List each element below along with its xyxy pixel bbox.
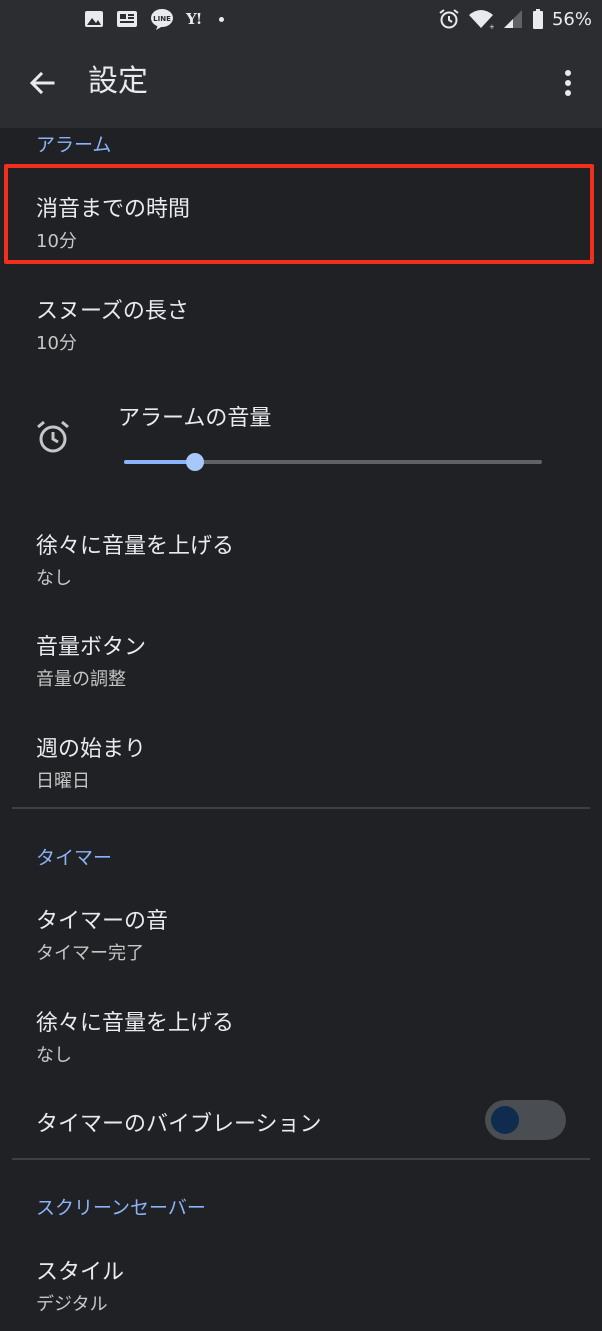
- back-button[interactable]: [22, 63, 62, 103]
- setting-alarm-gradually-increase[interactable]: 徐々に音量を上げる なし: [0, 528, 602, 589]
- status-system: + 56%: [438, 6, 592, 32]
- slider-fill: [124, 460, 196, 464]
- svg-text:+: +: [489, 23, 494, 30]
- section-header-timer: タイマー: [36, 847, 113, 869]
- setting-timer-gradually-increase[interactable]: 徐々に音量を上げる なし: [0, 1005, 602, 1066]
- setting-title: 徐々に音量を上げる: [36, 534, 235, 559]
- status-bar: LINE Y! + 56%: [0, 0, 602, 38]
- section-header-screensaver: スクリーンセーバー: [36, 1197, 206, 1219]
- settings-screen: LINE Y! + 56% 設定 アラーム 消音までの時間 10分 スヌーズの長…: [0, 0, 602, 1331]
- signal-icon: [502, 8, 524, 30]
- setting-title: タイマーの音: [36, 909, 169, 934]
- notification-dot: [219, 16, 225, 22]
- wifi-icon: +: [468, 8, 494, 30]
- setting-screensaver-style[interactable]: スタイル デジタル: [0, 1254, 602, 1315]
- status-notifications: LINE Y!: [84, 6, 225, 32]
- arrow-back-icon: [29, 71, 55, 95]
- setting-summary: デジタル: [36, 1294, 108, 1315]
- setting-snooze-length[interactable]: スヌーズの長さ 10分: [0, 293, 602, 354]
- highlight-annotation: [4, 164, 594, 264]
- setting-title: 週の始まり: [36, 737, 147, 762]
- yahoo-icon: Y!: [186, 10, 202, 28]
- divider: [12, 1158, 590, 1160]
- setting-title: 音量ボタン: [36, 635, 147, 660]
- alarm-icon: [438, 8, 460, 30]
- setting-summary: 日曜日: [36, 771, 90, 792]
- gallery-icon: [84, 10, 104, 28]
- section-header-alarm: アラーム: [36, 134, 112, 156]
- more-vert-icon: [565, 70, 571, 96]
- divider: [12, 807, 590, 809]
- alarm-volume-icon: [37, 420, 69, 453]
- setting-timer-sound[interactable]: タイマーの音 タイマー完了: [0, 903, 602, 964]
- setting-summary: 音量の調整: [36, 669, 126, 690]
- setting-summary: なし: [36, 568, 72, 589]
- line-label: LINE: [153, 15, 171, 23]
- more-options-button[interactable]: [552, 63, 584, 103]
- setting-summary: 10分: [36, 333, 77, 354]
- timer-vibration-toggle[interactable]: [485, 1100, 566, 1140]
- alarm-volume-label: アラームの音量: [118, 406, 272, 431]
- setting-title: 徐々に音量を上げる: [36, 1011, 235, 1036]
- slider-thumb[interactable]: [186, 453, 205, 471]
- page-title: 設定: [88, 64, 148, 99]
- battery-percentage: 56%: [551, 8, 592, 30]
- setting-summary: なし: [36, 1045, 72, 1066]
- setting-title: スタイル: [36, 1260, 125, 1285]
- alarm-volume-slider[interactable]: [124, 453, 542, 471]
- setting-summary: タイマー完了: [36, 943, 144, 964]
- setting-title: タイマーのバイブレーション: [36, 1112, 322, 1137]
- app-bar: 設定: [0, 38, 602, 128]
- setting-week-start[interactable]: 週の始まり 日曜日: [0, 731, 602, 792]
- news-icon: [116, 10, 138, 28]
- setting-volume-buttons[interactable]: 音量ボタン 音量の調整: [0, 629, 602, 690]
- battery-icon: [532, 8, 544, 30]
- toggle-thumb: [491, 1106, 519, 1134]
- setting-title: スヌーズの長さ: [36, 299, 189, 324]
- line-icon: LINE: [150, 8, 174, 30]
